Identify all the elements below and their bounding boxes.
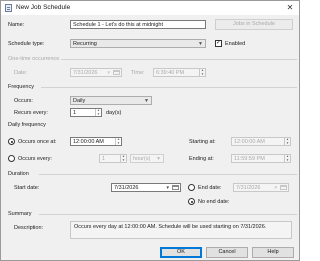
start-date-label: Start date: xyxy=(14,185,40,191)
chevron-down-icon: ▼ xyxy=(273,185,278,190)
spinner-arrows-icon: ▲ ▼ xyxy=(284,137,289,145)
starting-at-spinner[interactable]: 12:00:00 AM ▲ ▼ xyxy=(231,137,291,146)
recurs-every-label: Recurs every: xyxy=(14,110,48,116)
summary-section-label: Summary xyxy=(8,211,32,217)
calendar-icon xyxy=(113,70,120,75)
chevron-down-icon: ▼ xyxy=(156,156,161,162)
schedule-type-value: Recurring xyxy=(73,41,97,47)
occurs-every-label: Occurs every: xyxy=(18,156,52,162)
ending-at-spinner[interactable]: 11:59:59 PM ▲ ▼ xyxy=(231,154,291,163)
frequency-divider xyxy=(41,87,297,88)
recurs-every-value: 1 xyxy=(73,110,77,116)
one-time-divider xyxy=(61,59,297,60)
starting-at-value: 12:00:00 AM xyxy=(234,139,265,145)
ending-at-value: 11:59:59 PM xyxy=(234,156,265,162)
one-time-date-label: Date: xyxy=(14,70,28,76)
occurs-every-value: 1 xyxy=(102,156,106,162)
occurs-every-unit-select[interactable]: hour(s) ▼ xyxy=(130,154,164,163)
calendar-icon xyxy=(280,185,287,190)
occurs-label: Occurs: xyxy=(14,98,33,104)
no-end-date-radio[interactable] xyxy=(188,198,195,205)
chevron-down-icon: ▼ xyxy=(198,41,203,47)
no-end-date-label: No end date: xyxy=(198,199,230,205)
occurs-value: Daily xyxy=(73,98,86,104)
close-button[interactable]: ✕ xyxy=(285,3,295,13)
end-date-value: 7/31/2026 xyxy=(236,185,261,191)
description-label: Description: xyxy=(14,225,44,231)
occurs-every-unit-value: hour(s) xyxy=(133,156,151,162)
description-textbox[interactable]: Occurs every day at 12:00:00 AM. Schedul… xyxy=(70,221,292,239)
title-bar: New Job Schedule ✕ xyxy=(1,1,299,15)
occurs-once-time-spinner[interactable]: 12:00:00 AM ▲ ▼ xyxy=(70,137,122,146)
help-button[interactable]: Help xyxy=(252,247,294,258)
cancel-button[interactable]: Cancel xyxy=(206,247,248,258)
occurs-once-label: Occurs once at: xyxy=(18,139,57,145)
start-date-value: 7/31/2026 xyxy=(114,185,139,191)
job-schedule-dialog: New Job Schedule ✕ Name: Schedule 1 - Le… xyxy=(0,0,300,261)
one-time-time-spinner[interactable]: 6:39:40 PM ▲ ▼ xyxy=(153,68,206,77)
recurs-unit-label: day(s) xyxy=(106,110,122,116)
occurs-once-radio[interactable] xyxy=(8,138,15,145)
one-time-date-value: 7/31/2026 xyxy=(73,70,98,76)
schedule-type-label: Schedule type: xyxy=(8,41,45,47)
ending-at-label: Ending at: xyxy=(189,156,214,162)
enabled-label: Enabled xyxy=(225,41,246,47)
duration-divider xyxy=(39,174,297,175)
occurs-select[interactable]: Daily ▼ xyxy=(70,96,152,105)
name-input[interactable]: Schedule 1 - Let's do this at midnight xyxy=(70,20,206,29)
end-date-radio[interactable] xyxy=(188,184,195,191)
one-time-section-label: One-time occurrence xyxy=(8,56,60,62)
daily-frequency-section-label: Daily frequency xyxy=(8,122,46,128)
one-time-time-label: Time: xyxy=(131,70,145,76)
schedule-icon xyxy=(5,4,12,12)
enabled-checkbox[interactable]: ✓ xyxy=(215,40,222,47)
spinner-arrows-icon: ▲ ▼ xyxy=(115,137,120,145)
ok-button[interactable]: OK xyxy=(160,247,202,258)
recurs-every-spinner[interactable]: 1 ▲ ▼ xyxy=(70,108,102,117)
end-date-label: End date: xyxy=(198,185,222,191)
chevron-down-icon: ▼ xyxy=(144,98,149,104)
starting-at-label: Starting at: xyxy=(189,139,216,145)
duration-section-label: Duration xyxy=(8,171,29,177)
one-time-time-value: 6:39:40 PM xyxy=(156,70,185,76)
summary-divider xyxy=(39,214,297,215)
schedule-type-select[interactable]: Recurring ▼ xyxy=(70,39,206,48)
occurs-every-spinner[interactable]: 1 ▲ ▼ xyxy=(99,154,127,163)
chevron-down-icon: ▼ xyxy=(165,185,170,190)
frequency-section-label: Frequency xyxy=(8,84,34,90)
end-date-picker[interactable]: 7/31/2026 ▼ xyxy=(233,183,289,192)
calendar-icon xyxy=(172,185,179,190)
window-title: New Job Schedule xyxy=(16,4,71,11)
spinner-arrows-icon: ▲ ▼ xyxy=(120,154,125,162)
start-date-picker[interactable]: 7/31/2026 ▼ xyxy=(111,183,181,192)
chevron-down-icon: ▼ xyxy=(106,70,111,75)
occurs-every-radio[interactable] xyxy=(8,155,15,162)
spinner-arrows-icon: ▲ ▼ xyxy=(284,154,289,162)
spinner-arrows-icon: ▲ ▼ xyxy=(199,68,204,76)
one-time-date-picker[interactable]: 7/31/2026 ▼ xyxy=(70,68,122,77)
name-label: Name: xyxy=(8,22,25,28)
jobs-in-schedule-button[interactable]: Jobs in Schedule xyxy=(215,19,293,30)
spinner-arrows-icon: ▲ ▼ xyxy=(95,108,100,116)
occurs-once-value: 12:00:00 AM xyxy=(73,139,104,145)
